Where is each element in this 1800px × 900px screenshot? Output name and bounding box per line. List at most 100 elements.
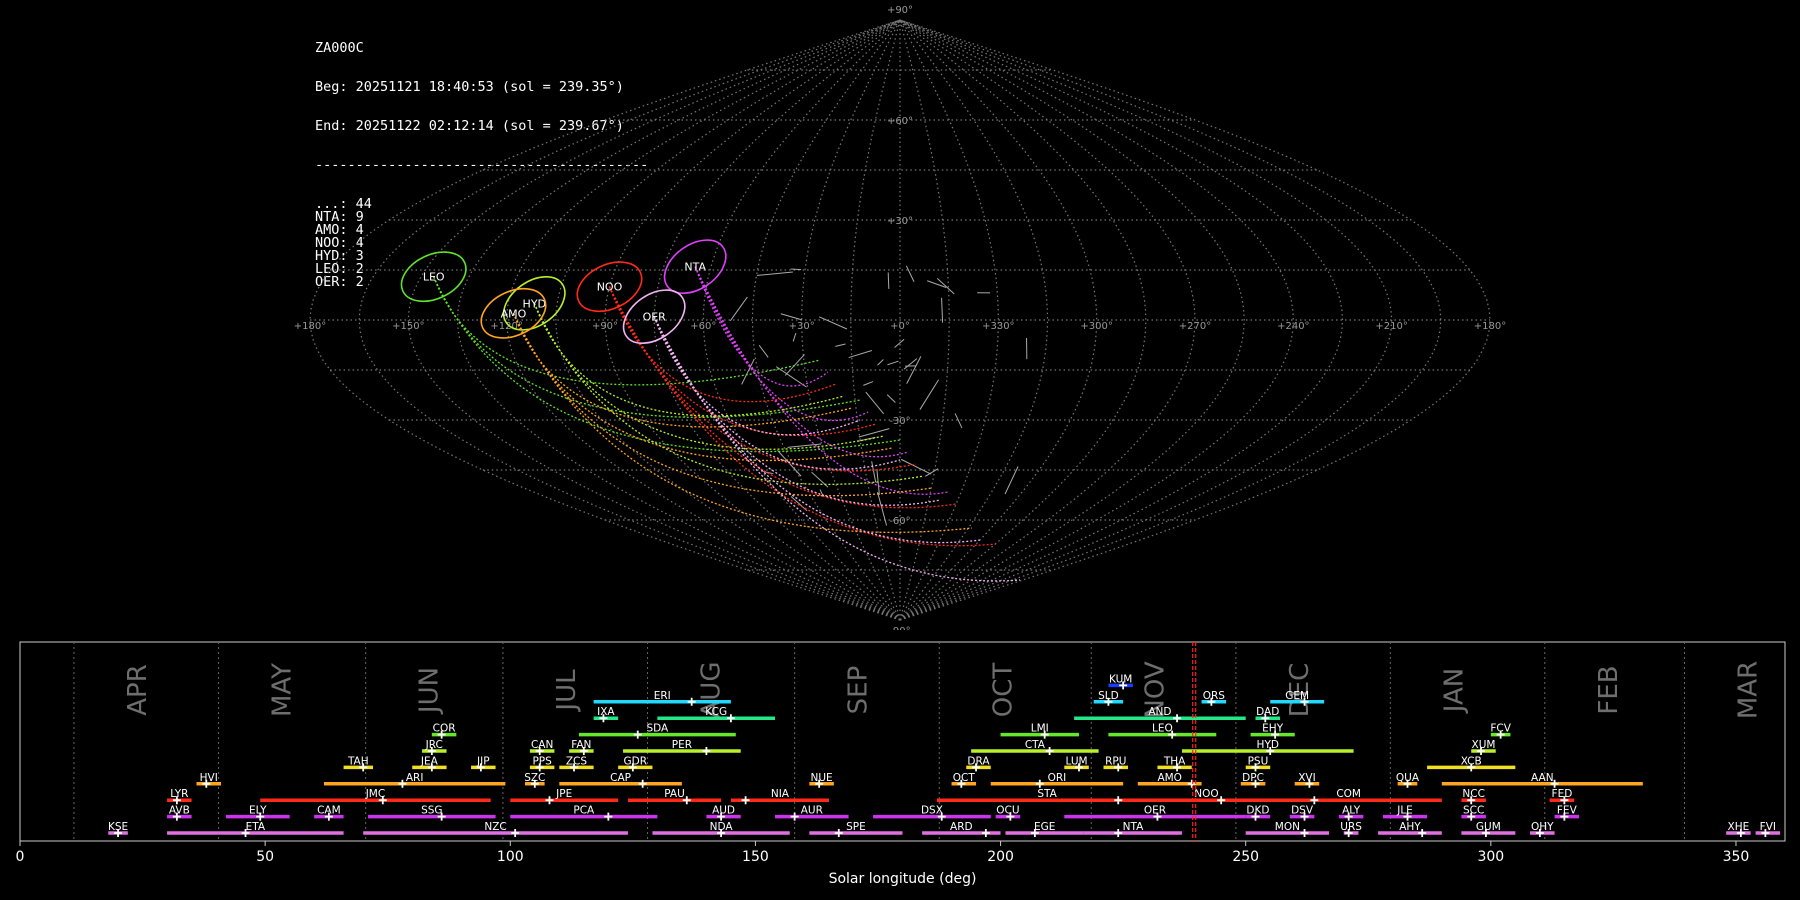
- shower-bar: PPS: [529, 755, 555, 772]
- shower-label: STA: [1037, 788, 1057, 800]
- shower-bar: COR: [431, 723, 457, 739]
- shower-label: KUM: [1109, 673, 1132, 685]
- latitude-tick-label: -60°: [889, 516, 910, 527]
- shower-label: OHY: [1531, 821, 1554, 833]
- longitude-tick-label: +90°: [592, 321, 618, 332]
- sporadic-trail: [758, 345, 769, 358]
- shower-bar: DRA: [966, 755, 991, 772]
- shower-bar: PSU: [1245, 755, 1271, 772]
- sporadic-trail: [936, 278, 955, 295]
- radiant-label: LEO: [423, 271, 445, 284]
- shower-label: LEO: [1152, 723, 1173, 735]
- shower-label: ORI: [1048, 772, 1067, 784]
- shower-label: LUM: [1066, 755, 1088, 767]
- shower-label: EGE: [1034, 821, 1055, 833]
- shower-label: EHY: [1262, 723, 1284, 735]
- sporadic-trail: [835, 343, 846, 347]
- month-label: MAR: [1733, 661, 1763, 719]
- sporadic-trail: [877, 359, 884, 366]
- shower-label: NUE: [811, 772, 833, 784]
- shower-label: ERI: [654, 690, 671, 702]
- radiant-trail: [433, 276, 901, 453]
- sporadic-trail: [858, 428, 890, 438]
- shower-bar: KUM: [1108, 673, 1133, 690]
- shower-bar: XVI: [1294, 772, 1320, 788]
- shower-bar: LYR: [167, 788, 192, 805]
- shower-label: OER: [1144, 805, 1166, 817]
- shower-label: NDA: [710, 821, 734, 833]
- shower-label: AMO: [1157, 772, 1182, 784]
- month-label: JAN: [1439, 668, 1469, 714]
- shower-bar: XHE: [1726, 821, 1751, 837]
- shower-bar: IXA: [593, 706, 619, 723]
- sporadic-trail: [887, 360, 899, 366]
- shower-label: CAP: [610, 772, 631, 784]
- sporadic-trail: [756, 271, 793, 276]
- sky-grid: [309, 19, 1491, 621]
- shower-label: ARD: [950, 821, 973, 833]
- x-tick-label: 350: [1723, 849, 1750, 865]
- longitude-tick-label: +210°: [1375, 321, 1407, 332]
- x-tick-label: 0: [16, 849, 25, 865]
- sporadic-trail: [865, 391, 885, 415]
- sporadic-trail: [877, 491, 888, 526]
- radiant-sky-map: +180° +150° +120° +90° +60° +30° +0° +330° +300°…: [294, 5, 1506, 630]
- shower-label: JLE: [1396, 805, 1413, 817]
- shower-label: URS: [1340, 821, 1362, 833]
- shower-label: ARI: [406, 772, 424, 784]
- sporadic-trail: [900, 458, 932, 475]
- shower-bar: QUA: [1396, 772, 1420, 788]
- shower-label: JMC: [365, 788, 386, 800]
- sporadic-trail: [780, 313, 802, 321]
- shower-label: PPS: [532, 755, 552, 767]
- radiant-trail: [512, 313, 893, 462]
- shower-bar: SLD: [1093, 690, 1124, 706]
- shower-bar: DAD: [1255, 706, 1281, 723]
- latitude-tick-label: +30°: [887, 216, 913, 227]
- shower-label: AHY: [1399, 821, 1421, 833]
- shower-bar: XUM: [1471, 739, 1496, 755]
- shower-label: PSU: [1248, 755, 1269, 767]
- shower-label: ALY: [1342, 805, 1361, 817]
- shower-label: ZCS: [566, 755, 588, 767]
- longitude-tick-label: +180°: [1474, 321, 1506, 332]
- shower-label: DKD: [1246, 805, 1269, 817]
- sporadic-trail: [905, 265, 915, 282]
- shower-label: AVB: [169, 805, 190, 817]
- x-tick-label: 250: [1232, 849, 1259, 865]
- shower-bar: LUM: [1064, 755, 1089, 772]
- shower-label: XVI: [1298, 772, 1315, 784]
- radiant-trail: [512, 313, 933, 497]
- shower-label: RPU: [1105, 755, 1126, 767]
- shower-label: NIA: [771, 788, 790, 800]
- shower-label: KSE: [108, 821, 128, 833]
- longitude-tick-label: +0°: [890, 321, 910, 332]
- sporadic-trail: [775, 366, 807, 388]
- shower-bar: TAH: [343, 755, 373, 772]
- shower-label: NCC: [1462, 788, 1485, 800]
- latitude-tick-label: +90°: [887, 5, 913, 16]
- sporadic-trail: [871, 461, 877, 483]
- longitude-tick-label: +150°: [392, 321, 424, 332]
- shower-label: KCG: [705, 706, 727, 718]
- shower-label: FED: [1552, 788, 1573, 800]
- shower-label: IXA: [597, 706, 615, 718]
- shower-label: HYD: [1257, 739, 1279, 751]
- radiant-trail: [608, 286, 877, 437]
- meridian-line: [653, 19, 901, 621]
- shower-bar: ORS: [1201, 690, 1227, 706]
- shower-label: SCC: [1463, 805, 1484, 817]
- shower-label: CAM: [317, 805, 341, 817]
- shower-label: SPE: [846, 821, 866, 833]
- shower-bar: KSE: [108, 821, 128, 837]
- shower-bar: DSV: [1289, 805, 1315, 821]
- month-label: JUN: [415, 667, 445, 715]
- shower-label: CAN: [531, 739, 553, 751]
- sporadic-trail: [894, 338, 905, 348]
- shower-label: GDR: [624, 755, 648, 767]
- shower-label: THA: [1163, 755, 1186, 767]
- radiant-label: AMO: [501, 307, 527, 320]
- longitude-labels: +180° +150° +120° +90° +60° +30° +0° +330° +300°…: [294, 321, 1506, 332]
- radiant-label: NOO: [597, 281, 623, 294]
- sporadic-trail: [954, 413, 963, 429]
